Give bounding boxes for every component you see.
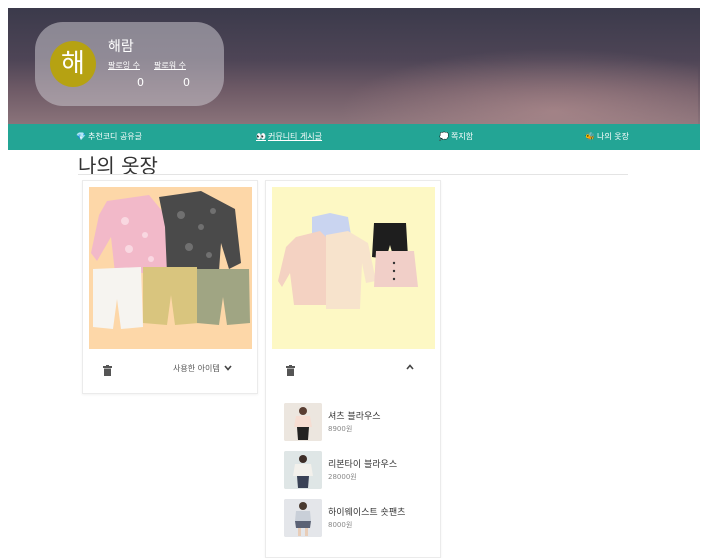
follower-label[interactable]: 팔로워 수 [154,60,186,71]
item-price: 28000원 [328,473,357,481]
main-nav: 💎 추천코디 공유글 👀 커뮤니티 게시글 💭 쪽지함 🐝 나의 옷장 [8,124,700,150]
nav-label: 추천코디 공유글 [87,132,143,141]
item-thumbnail [284,451,322,489]
item-name: 셔츠 블라우스 [328,412,381,422]
item-thumbnail [284,499,322,537]
profile-banner: 해 해람 팔로잉 수 팔로워 수 0 0 [8,8,700,124]
avatar[interactable]: 해 [50,41,96,87]
delete-outfit-button[interactable] [286,365,295,379]
used-items-toggle[interactable] [406,363,414,372]
item-thumbnail [284,403,322,441]
follower-count: 0 [183,76,190,89]
following-label[interactable]: 팔로잉 수 [108,60,140,71]
username: 해람 [108,39,134,55]
banner-glow [338,48,698,124]
chevron-down-icon [224,365,232,371]
eyes-icon: 👀 [256,132,266,141]
outfit-image[interactable] [89,187,252,349]
list-item[interactable]: 셔츠 블라우스 8900원 [284,403,434,443]
used-items-toggle[interactable]: 사용한 아이템 [173,363,232,374]
title-divider [78,174,628,175]
item-name: 하이웨이스트 숏팬츠 [328,508,406,518]
outfit-illustration [278,213,418,309]
outfit-card-2: 셔츠 블라우스 8900원 리본타이 블라우스 28000원 하이웨이스트 숏팬… [265,180,441,558]
outfit-illustration [91,191,250,329]
toggle-label: 사용한 아이템 [173,364,220,373]
gem-icon: 💎 [76,132,86,141]
nav-item-my-closet[interactable]: 🐝 나의 옷장 [585,124,629,150]
item-photo [284,403,322,441]
nav-label: 커뮤니티 게시글 [267,132,323,141]
bee-icon: 🐝 [585,132,595,141]
item-price: 8900원 [328,425,353,433]
outfit-image[interactable] [272,187,435,349]
nav-item-recommend[interactable]: 💎 추천코디 공유글 [76,124,142,150]
nav-label: 나의 옷장 [596,132,629,141]
list-item[interactable]: 리본타이 블라우스 28000원 [284,451,434,491]
item-name: 리본타이 블라우스 [328,460,398,470]
item-photo [284,499,322,537]
profile-card: 해 해람 팔로잉 수 팔로워 수 0 0 [35,22,224,106]
item-photo [284,451,322,489]
trash-icon [103,365,112,376]
thought-bubble-icon: 💭 [439,132,449,141]
list-item[interactable]: 하이웨이스트 숏팬츠 8000원 [284,499,434,539]
nav-label: 쪽지함 [450,132,474,141]
chevron-up-icon [406,364,414,370]
item-price: 8000원 [328,521,353,529]
following-count: 0 [137,76,144,89]
nav-item-messages[interactable]: 💭 쪽지함 [439,124,473,150]
outfit-card-1: 사용한 아이템 [82,180,258,394]
delete-outfit-button[interactable] [103,365,112,379]
nav-item-community[interactable]: 👀 커뮤니티 게시글 [256,124,322,150]
trash-icon [286,365,295,376]
